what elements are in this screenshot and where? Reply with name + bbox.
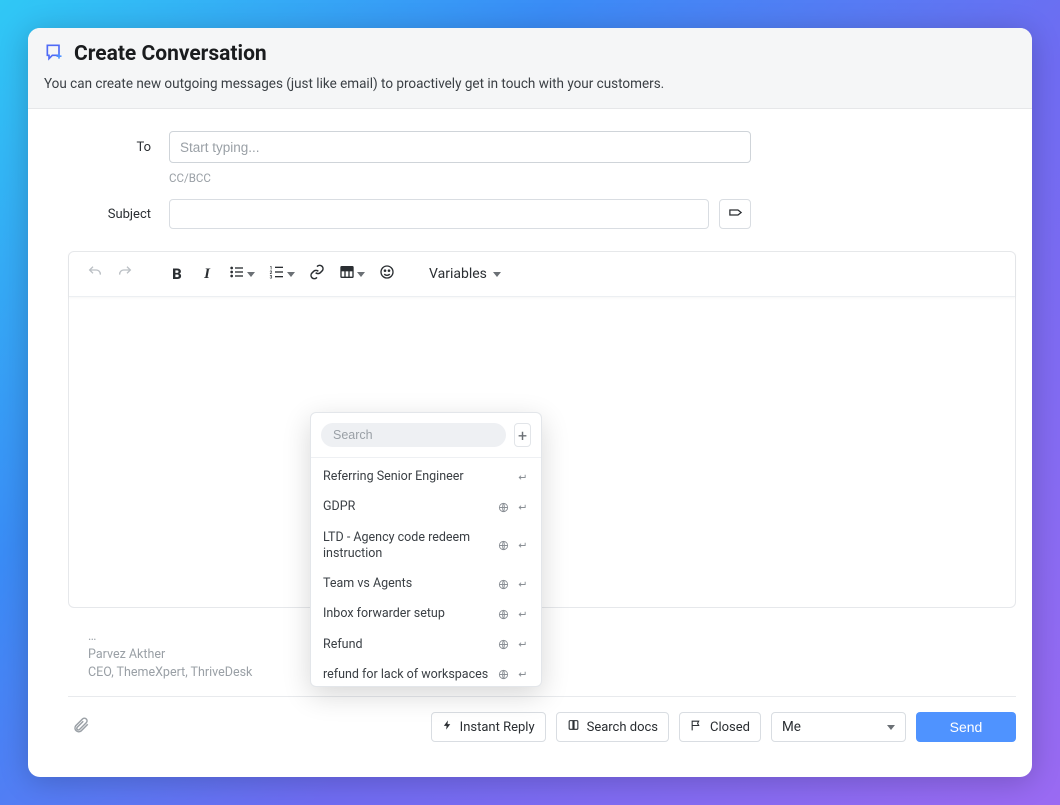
reply-item-label: GDPR — [323, 499, 491, 515]
to-label: To — [44, 140, 169, 155]
reply-item[interactable]: GDPR — [311, 492, 541, 522]
undo-button[interactable] — [81, 260, 109, 288]
reply-search-input[interactable] — [321, 423, 506, 447]
tag-button[interactable] — [719, 199, 751, 229]
enter-icon — [515, 578, 527, 590]
page-title: Create Conversation — [74, 42, 267, 66]
globe-icon — [497, 608, 509, 620]
enter-icon — [515, 501, 527, 513]
link-button[interactable] — [303, 260, 331, 288]
book-icon — [567, 719, 580, 736]
subject-label: Subject — [44, 207, 169, 222]
footer-bar: Instant Reply Search docs Closed Me Send — [68, 696, 1016, 743]
search-docs-label: Search docs — [587, 720, 658, 735]
subject-input[interactable] — [169, 199, 709, 229]
reply-item-label: Refund — [323, 637, 491, 653]
plus-icon: + — [518, 426, 527, 445]
numbered-list-icon: 123 — [269, 264, 285, 284]
enter-icon — [515, 639, 527, 651]
emoji-button[interactable] — [373, 260, 401, 288]
to-input[interactable] — [169, 131, 751, 163]
chevron-down-icon — [493, 272, 501, 277]
add-reply-button[interactable]: + — [514, 423, 531, 447]
reply-item-label: Team vs Agents — [323, 576, 491, 592]
bolt-icon — [442, 718, 453, 736]
tag-icon — [728, 205, 743, 223]
assignee-value: Me — [782, 719, 801, 735]
enter-icon — [515, 608, 527, 620]
bold-icon: B — [172, 265, 182, 283]
enter-icon — [515, 540, 527, 552]
reply-item[interactable]: Refund — [311, 630, 541, 660]
redo-icon — [117, 264, 133, 284]
table-icon — [339, 264, 355, 284]
reply-list[interactable]: Referring Senior Engineer GDPR LTD - Agenc… — [311, 458, 541, 686]
chevron-down-icon — [287, 272, 295, 277]
unordered-list-button[interactable] — [223, 260, 261, 288]
enter-icon — [515, 471, 527, 483]
form-area: To CC/BCC Subject — [28, 109, 1032, 241]
chat-plus-icon — [44, 42, 64, 66]
reply-item-label: Inbox forwarder setup — [323, 606, 491, 622]
search-docs-button[interactable]: Search docs — [556, 712, 669, 742]
status-closed-button[interactable]: Closed — [679, 712, 761, 742]
instant-reply-popover: + Referring Senior Engineer GDPR LTD - Age… — [310, 412, 542, 687]
ccbcc-toggle[interactable]: CC/BCC — [169, 171, 211, 185]
reply-item[interactable]: Inbox forwarder setup — [311, 599, 541, 629]
chevron-down-icon — [247, 272, 255, 277]
reply-item[interactable]: refund for lack of workspaces — [311, 660, 541, 686]
editor-toolbar: B I 123 Variables — [69, 252, 1015, 297]
panel-header: Create Conversation You can create new o… — [28, 28, 1032, 109]
paperclip-icon — [72, 720, 90, 739]
flag-icon — [690, 719, 703, 736]
bullet-list-icon — [229, 264, 245, 284]
reply-item[interactable]: Referring Senior Engineer — [311, 462, 541, 492]
attach-button[interactable] — [68, 711, 94, 743]
chevron-down-icon — [887, 725, 895, 730]
editor-body[interactable] — [69, 297, 1015, 607]
enter-icon — [515, 669, 527, 681]
globe-icon — [497, 501, 509, 513]
globe-icon — [497, 639, 509, 651]
status-label: Closed — [710, 720, 750, 735]
assignee-select[interactable]: Me — [771, 712, 906, 742]
redo-button[interactable] — [111, 260, 139, 288]
globe-icon — [497, 578, 509, 590]
svg-text:3: 3 — [270, 275, 273, 280]
reply-item-label: Referring Senior Engineer — [323, 469, 491, 485]
globe-icon — [497, 540, 509, 552]
reply-item[interactable]: Team vs Agents — [311, 569, 541, 599]
emoji-icon — [379, 264, 395, 284]
reply-item-label: LTD - Agency code redeem instruction — [323, 530, 491, 563]
instant-reply-button[interactable]: Instant Reply — [431, 712, 546, 742]
table-button[interactable] — [333, 260, 371, 288]
reply-item-label: refund for lack of workspaces — [323, 667, 491, 683]
italic-button[interactable]: I — [193, 260, 221, 288]
chevron-down-icon — [357, 272, 365, 277]
globe-icon — [497, 669, 509, 681]
reply-item[interactable]: LTD - Agency code redeem instruction — [311, 523, 541, 570]
link-icon — [309, 264, 325, 284]
ordered-list-button[interactable]: 123 — [263, 260, 301, 288]
send-button[interactable]: Send — [916, 712, 1016, 742]
bold-button[interactable]: B — [163, 260, 191, 288]
variables-label: Variables — [429, 266, 487, 282]
italic-icon: I — [204, 266, 210, 283]
variables-button[interactable]: Variables — [423, 262, 507, 286]
editor: B I 123 Variables — [68, 251, 1016, 608]
page-subtitle: You can create new outgoing messages (ju… — [44, 76, 1016, 92]
instant-reply-label: Instant Reply — [460, 720, 535, 735]
undo-icon — [87, 264, 103, 284]
